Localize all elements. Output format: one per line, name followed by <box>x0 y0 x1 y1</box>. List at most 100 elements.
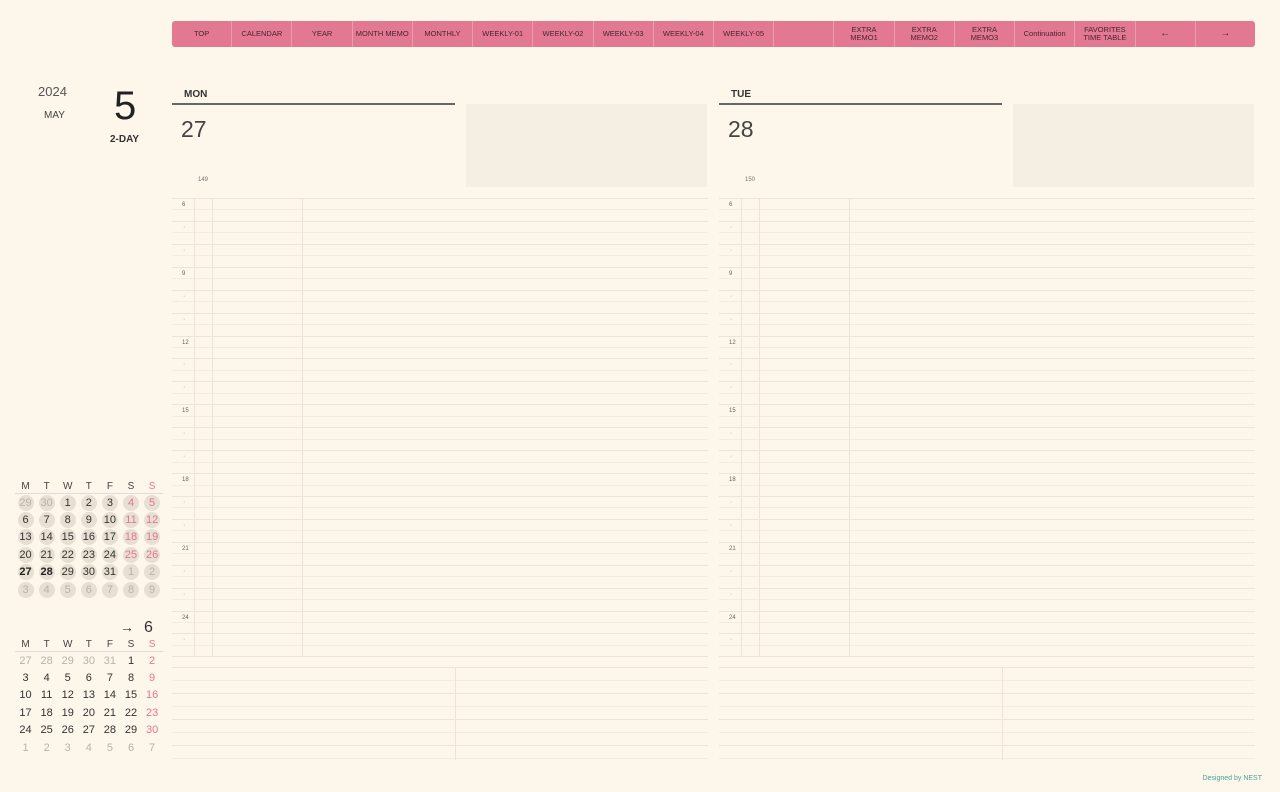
next-month-header[interactable]: → 6 <box>120 619 153 637</box>
nav-blank[interactable] <box>774 21 835 47</box>
calendar-day[interactable]: 5 <box>99 742 120 754</box>
nav-weekly-02[interactable]: WEEKLY-02 <box>533 21 594 47</box>
calendar-day[interactable]: 3 <box>15 581 36 598</box>
nav-prev[interactable]: ← <box>1136 21 1196 47</box>
calendar-day[interactable]: 6 <box>120 742 141 754</box>
calendar-day[interactable]: 21 <box>99 707 120 719</box>
calendar-day[interactable]: 19 <box>57 707 78 719</box>
calendar-day[interactable]: 29 <box>57 655 78 667</box>
calendar-day[interactable]: 24 <box>15 724 36 736</box>
hourly-schedule-grid[interactable]: 6 · · 9 · · 12 · · 15 · · 18 · · 21 · · 24 · <box>172 198 708 658</box>
calendar-day[interactable]: 1 <box>15 742 36 754</box>
nav-favorites-time-table[interactable]: FAVORITES TIME TABLE <box>1075 21 1136 47</box>
calendar-day[interactable]: 2 <box>78 494 99 511</box>
calendar-day[interactable]: 4 <box>78 742 99 754</box>
calendar-day[interactable]: 13 <box>78 689 99 701</box>
calendar-day[interactable]: 8 <box>57 512 78 529</box>
nav-extra-memo2[interactable]: EXTRA MEMO2 <box>895 21 955 47</box>
nav-next[interactable]: → <box>1196 21 1255 47</box>
calendar-day[interactable]: 7 <box>99 581 120 598</box>
calendar-day[interactable]: 22 <box>120 707 141 719</box>
bottom-memo-area[interactable] <box>172 667 708 760</box>
calendar-day[interactable]: 15 <box>120 689 141 701</box>
calendar-day[interactable]: 31 <box>99 564 120 581</box>
calendar-day[interactable]: 28 <box>99 724 120 736</box>
hourly-schedule-grid[interactable]: 6 · · 9 · · 12 · · 15 · · 18 · · 21 · · 24 · <box>719 198 1255 658</box>
calendar-day[interactable]: 28 <box>36 655 57 667</box>
calendar-day[interactable]: 11 <box>36 689 57 701</box>
calendar-day[interactable]: 20 <box>78 707 99 719</box>
calendar-day[interactable]: 29 <box>57 564 78 581</box>
calendar-day[interactable]: 14 <box>36 529 57 546</box>
calendar-day[interactable]: 20 <box>15 546 36 563</box>
calendar-day[interactable]: 27 <box>15 564 36 581</box>
calendar-day[interactable]: 1 <box>120 655 141 667</box>
calendar-day[interactable]: 7 <box>36 512 57 529</box>
calendar-day[interactable]: 16 <box>78 529 99 546</box>
calendar-day[interactable]: 8 <box>120 672 141 684</box>
nav-weekly-05[interactable]: WEEKLY-05 <box>714 21 775 47</box>
calendar-day[interactable]: 18 <box>36 707 57 719</box>
nav-extra-memo3[interactable]: EXTRA MEMO3 <box>955 21 1016 47</box>
calendar-day[interactable]: 17 <box>15 707 36 719</box>
calendar-day[interactable]: 23 <box>78 546 99 563</box>
nav-calendar[interactable]: CALENDAR <box>232 21 293 47</box>
nav-continuation[interactable]: Continuation <box>1015 21 1076 47</box>
calendar-day[interactable]: 2 <box>142 564 163 581</box>
calendar-day[interactable]: 4 <box>36 672 57 684</box>
calendar-day[interactable]: 6 <box>78 581 99 598</box>
calendar-day[interactable]: 7 <box>99 672 120 684</box>
calendar-day[interactable]: 2 <box>36 742 57 754</box>
calendar-day[interactable]: 7 <box>142 742 163 754</box>
nav-year[interactable]: YEAR <box>292 21 353 47</box>
calendar-day[interactable]: 21 <box>36 546 57 563</box>
calendar-day[interactable]: 9 <box>78 512 99 529</box>
calendar-day[interactable]: 26 <box>57 724 78 736</box>
nav-extra-memo1[interactable]: EXTRA MEMO1 <box>834 21 895 47</box>
day-memo-box[interactable] <box>1013 104 1254 187</box>
nav-monthly[interactable]: MONTHLY <box>413 21 474 47</box>
calendar-day[interactable]: 12 <box>142 512 163 529</box>
calendar-day[interactable]: 9 <box>142 672 163 684</box>
calendar-day[interactable]: 30 <box>78 564 99 581</box>
nav-top[interactable]: TOP <box>172 21 233 47</box>
calendar-day[interactable]: 24 <box>99 546 120 563</box>
calendar-day[interactable]: 28 <box>36 564 57 581</box>
calendar-day[interactable]: 5 <box>57 581 78 598</box>
nav-weekly-04[interactable]: WEEKLY-04 <box>654 21 714 47</box>
calendar-day[interactable]: 2 <box>142 655 163 667</box>
calendar-day[interactable]: 9 <box>142 581 163 598</box>
calendar-day[interactable]: 17 <box>99 529 120 546</box>
calendar-day[interactable]: 10 <box>99 512 120 529</box>
calendar-day[interactable]: 18 <box>120 529 141 546</box>
nav-weekly-01[interactable]: WEEKLY-01 <box>473 21 534 47</box>
calendar-day[interactable]: 4 <box>120 494 141 511</box>
calendar-day[interactable]: 25 <box>120 546 141 563</box>
calendar-day[interactable]: 4 <box>36 581 57 598</box>
calendar-day[interactable]: 26 <box>142 546 163 563</box>
bottom-memo-area[interactable] <box>719 667 1255 760</box>
day-memo-box[interactable] <box>466 104 707 187</box>
calendar-day[interactable]: 8 <box>120 581 141 598</box>
calendar-day[interactable]: 1 <box>57 494 78 511</box>
calendar-day[interactable]: 16 <box>142 689 163 701</box>
calendar-day[interactable]: 30 <box>142 724 163 736</box>
calendar-day[interactable]: 14 <box>99 689 120 701</box>
nav-weekly-03[interactable]: WEEKLY-03 <box>594 21 654 47</box>
calendar-day[interactable]: 5 <box>142 494 163 511</box>
calendar-day[interactable]: 30 <box>36 494 57 511</box>
calendar-day[interactable]: 27 <box>78 724 99 736</box>
calendar-day[interactable]: 6 <box>15 512 36 529</box>
calendar-day[interactable]: 11 <box>120 512 141 529</box>
calendar-day[interactable]: 6 <box>78 672 99 684</box>
calendar-day[interactable]: 13 <box>15 529 36 546</box>
calendar-day[interactable]: 29 <box>120 724 141 736</box>
calendar-day[interactable]: 31 <box>99 655 120 667</box>
calendar-day[interactable]: 19 <box>142 529 163 546</box>
calendar-day[interactable]: 3 <box>99 494 120 511</box>
calendar-day[interactable]: 22 <box>57 546 78 563</box>
calendar-day[interactable]: 23 <box>142 707 163 719</box>
calendar-day[interactable]: 29 <box>15 494 36 511</box>
calendar-day[interactable]: 5 <box>57 672 78 684</box>
calendar-day[interactable]: 25 <box>36 724 57 736</box>
